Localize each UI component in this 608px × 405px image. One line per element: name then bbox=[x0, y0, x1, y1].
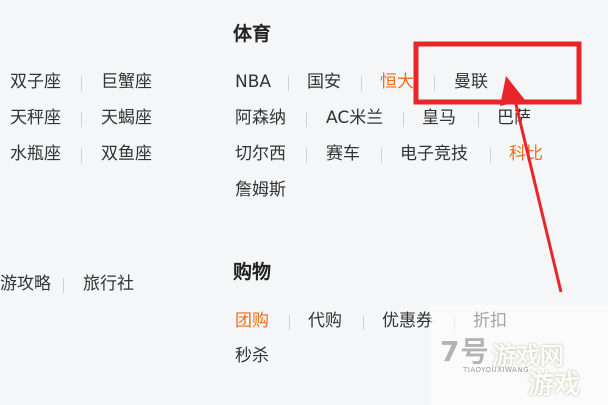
annotation-highlight-box bbox=[413, 41, 582, 105]
annotation-arrow-shaft bbox=[511, 91, 563, 293]
annotation-overlay bbox=[413, 41, 582, 293]
